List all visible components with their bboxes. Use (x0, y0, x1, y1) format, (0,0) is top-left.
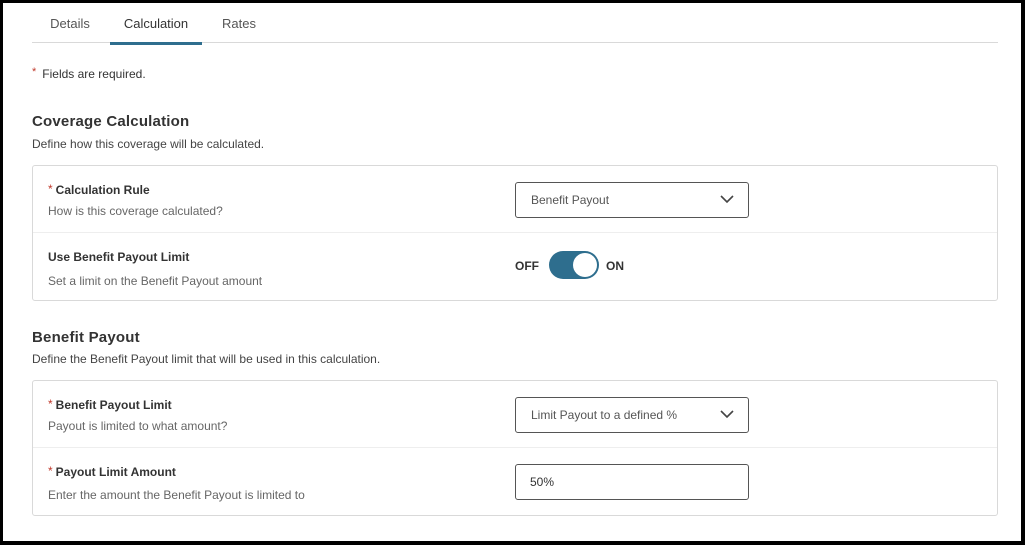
calculation-rule-value: Benefit Payout (531, 193, 610, 207)
benefit-payout-limit-label-text: Benefit Payout Limit (55, 398, 172, 412)
toggle-off-label: OFF (515, 259, 539, 273)
coverage-calculation-title: Coverage Calculation (32, 113, 190, 130)
benefit-payout-card: * Benefit Payout Limit Payout is limited … (32, 380, 998, 516)
required-note-text: Fields are required. (42, 67, 146, 81)
required-star: * (48, 182, 53, 196)
benefit-payout-limit-toggle[interactable] (549, 251, 599, 279)
use-benefit-payout-limit-row: Use Benefit Payout Limit Set a limit on … (33, 233, 997, 300)
benefit-payout-limit-select[interactable]: Limit Payout to a defined % (515, 397, 749, 433)
required-star: * (48, 464, 53, 478)
toggle-on-label: ON (606, 259, 624, 273)
tab-bar: Details Calculation Rates (32, 6, 998, 45)
calculation-rule-label: * Calculation Rule (48, 182, 150, 197)
toggle-knob (573, 253, 597, 277)
chevron-down-icon (720, 195, 734, 204)
chevron-down-icon (720, 410, 734, 419)
calculation-rule-help: How is this coverage calculated? (48, 204, 223, 218)
benefit-payout-description: Define the Benefit Payout limit that wil… (32, 352, 381, 366)
payout-limit-amount-input[interactable] (515, 464, 749, 500)
calculation-rule-row: * Calculation Rule How is this coverage c… (33, 166, 997, 233)
use-benefit-payout-limit-help: Set a limit on the Benefit Payout amount (48, 274, 263, 288)
required-star: * (48, 397, 53, 411)
use-benefit-payout-limit-label: Use Benefit Payout Limit (48, 250, 190, 264)
calculation-rule-select[interactable]: Benefit Payout (515, 182, 749, 218)
required-star: * (32, 66, 37, 78)
tab-rates[interactable]: Rates (202, 6, 276, 43)
payout-limit-amount-label: * Payout Limit Amount (48, 464, 176, 479)
benefit-payout-title: Benefit Payout (32, 329, 140, 346)
calculation-rule-label-text: Calculation Rule (55, 183, 150, 197)
benefit-payout-limit-value: Limit Payout to a defined % (531, 408, 678, 422)
coverage-calculation-card: * Calculation Rule How is this coverage c… (32, 165, 998, 301)
payout-limit-amount-row: * Payout Limit Amount Enter the amount th… (33, 448, 997, 515)
required-fields-note: * Fields are required. (32, 66, 146, 81)
benefit-payout-limit-row: * Benefit Payout Limit Payout is limited … (33, 381, 997, 448)
payout-limit-amount-label-text: Payout Limit Amount (55, 465, 176, 479)
window-frame: Details Calculation Rates * Fields are re… (0, 0, 1025, 545)
benefit-payout-limit-help: Payout is limited to what amount? (48, 419, 228, 433)
payout-limit-amount-help: Enter the amount the Benefit Payout is l… (48, 488, 305, 502)
benefit-payout-limit-label: * Benefit Payout Limit (48, 397, 172, 412)
tab-calculation[interactable]: Calculation (110, 6, 202, 45)
coverage-calculation-description: Define how this coverage will be calcula… (32, 137, 265, 151)
tab-details[interactable]: Details (32, 6, 108, 43)
